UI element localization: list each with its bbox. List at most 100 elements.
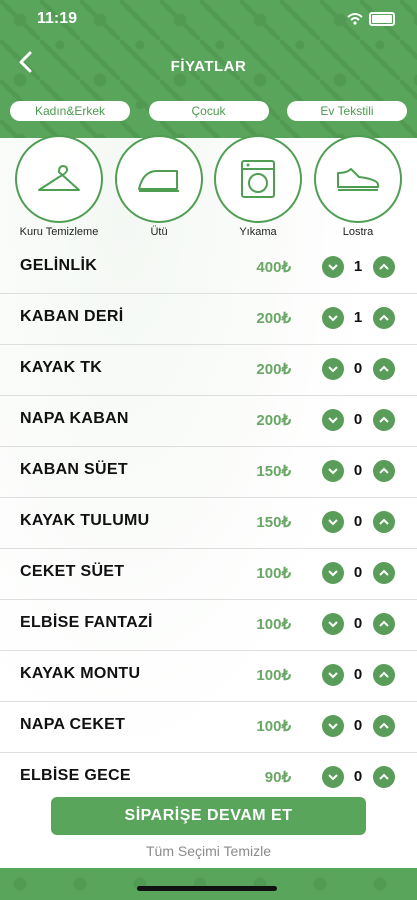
decrease-button[interactable] — [322, 307, 344, 329]
list-item: KABAN DERİ 200₺ 1 — [0, 294, 417, 345]
category-label: Kuru Temizleme — [19, 226, 99, 238]
increase-button[interactable] — [373, 358, 395, 380]
list-item: NAPA KABAN 200₺ 0 — [0, 396, 417, 447]
increase-button[interactable] — [373, 511, 395, 533]
tab-kadin-erkek[interactable]: Kadın&Erkek — [10, 101, 130, 121]
decrease-button[interactable] — [322, 511, 344, 533]
wifi-icon — [347, 13, 363, 25]
chevron-up-icon — [379, 722, 389, 729]
decrease-button[interactable] — [322, 358, 344, 380]
item-quantity: 0 — [353, 360, 363, 377]
item-quantity: 0 — [353, 768, 363, 785]
item-name: NAPA CEKET — [20, 716, 126, 733]
increase-button[interactable] — [373, 664, 395, 686]
increase-button[interactable] — [373, 562, 395, 584]
item-quantity: 0 — [353, 717, 363, 734]
item-name: KAYAK TK — [20, 359, 103, 376]
list-item: KABAN SÜET 150₺ 0 — [0, 447, 417, 498]
chevron-down-icon — [328, 723, 338, 730]
category-yikama[interactable]: Yıkama — [208, 135, 308, 245]
battery-icon — [369, 12, 395, 26]
item-name: KAYAK TULUMU — [20, 512, 150, 529]
list-item: ELBİSE FANTAZİ 100₺ 0 — [0, 600, 417, 651]
category-label: Ütü — [150, 226, 168, 238]
tab-cocuk[interactable]: Çocuk — [148, 101, 269, 121]
tab-bar: Kadın&Erkek Çocuk Ev Tekstili — [10, 101, 407, 121]
increase-button[interactable] — [373, 460, 395, 482]
decrease-button[interactable] — [322, 766, 344, 788]
list-item: ELBİSE GECE 90₺ 0 — [0, 753, 417, 803]
tab-ev-tekstili[interactable]: Ev Tekstili — [287, 101, 407, 121]
status-icons — [347, 12, 395, 26]
chevron-down-icon — [328, 315, 338, 322]
category-kuru-temizleme[interactable]: Kuru Temizleme — [9, 135, 109, 245]
footer-bar — [0, 868, 417, 900]
continue-order-button[interactable]: SİPARİŞE DEVAM ET — [51, 797, 366, 835]
increase-button[interactable] — [373, 256, 395, 278]
list-item: KAYAK TULUMU 150₺ 0 — [0, 498, 417, 549]
item-name: CEKET SÜET — [20, 563, 125, 580]
chevron-down-icon — [328, 621, 338, 628]
category-utu[interactable]: Ütü — [109, 135, 209, 245]
increase-button[interactable] — [373, 409, 395, 431]
item-quantity: 0 — [353, 513, 363, 530]
item-quantity: 0 — [353, 564, 363, 581]
category-lostra[interactable]: Lostra — [308, 135, 408, 245]
category-label: Lostra — [342, 226, 374, 238]
list-item: CEKET SÜET 100₺ 0 — [0, 549, 417, 600]
hanger-icon — [38, 165, 80, 191]
decrease-button[interactable] — [322, 562, 344, 584]
header-bar: 11:19 FİYATLAR Kadın&Erkek Çocuk Ev Teks… — [0, 0, 417, 138]
chevron-down-icon — [328, 774, 338, 781]
item-price: 100₺ — [256, 718, 291, 735]
item-price: 150₺ — [256, 463, 291, 480]
status-bar: 11:19 — [0, 10, 417, 32]
item-price: 200₺ — [256, 412, 291, 429]
category-circle — [115, 135, 203, 223]
item-price: 100₺ — [256, 667, 291, 684]
increase-button[interactable] — [373, 715, 395, 737]
home-indicator[interactable] — [137, 886, 277, 891]
chevron-up-icon — [379, 569, 389, 576]
category-circle — [214, 135, 302, 223]
washing-machine-icon — [241, 160, 275, 198]
chevron-up-icon — [379, 416, 389, 423]
category-circle — [15, 135, 103, 223]
item-price: 100₺ — [256, 565, 291, 582]
item-price: 150₺ — [256, 514, 291, 531]
chevron-up-icon — [379, 263, 389, 270]
decrease-button[interactable] — [322, 715, 344, 737]
decrease-button[interactable] — [322, 664, 344, 686]
item-quantity: 0 — [353, 666, 363, 683]
category-label: Yıkama — [239, 226, 277, 238]
chevron-up-icon — [379, 467, 389, 474]
decrease-button[interactable] — [322, 256, 344, 278]
chevron-up-icon — [379, 671, 389, 678]
footer-pattern — [0, 868, 417, 900]
chevron-up-icon — [379, 620, 389, 627]
item-quantity: 0 — [353, 615, 363, 632]
item-name: ELBİSE GECE — [20, 767, 131, 784]
item-quantity: 1 — [353, 258, 363, 275]
chevron-up-icon — [379, 365, 389, 372]
nav-bar: FİYATLAR — [0, 51, 417, 82]
chevron-down-icon — [328, 570, 338, 577]
clear-selection-link[interactable]: Tüm Seçimi Temizle — [0, 843, 417, 859]
increase-button[interactable] — [373, 307, 395, 329]
chevron-down-icon — [328, 468, 338, 475]
list-item: NAPA CEKET 100₺ 0 — [0, 702, 417, 753]
page-title: FİYATLAR — [170, 58, 247, 75]
item-quantity: 1 — [353, 309, 363, 326]
decrease-button[interactable] — [322, 613, 344, 635]
decrease-button[interactable] — [322, 460, 344, 482]
increase-button[interactable] — [373, 766, 395, 788]
price-list: GELİNLİK 400₺ 1 KABAN DERİ 200₺ 1 KAYAK … — [0, 243, 417, 803]
item-quantity: 0 — [353, 462, 363, 479]
status-time: 11:19 — [37, 10, 78, 27]
item-price: 400₺ — [256, 259, 291, 276]
chevron-down-icon — [328, 672, 338, 679]
increase-button[interactable] — [373, 613, 395, 635]
decrease-button[interactable] — [322, 409, 344, 431]
list-item: GELİNLİK 400₺ 1 — [0, 243, 417, 294]
item-name: ELBİSE FANTAZİ — [20, 614, 153, 631]
